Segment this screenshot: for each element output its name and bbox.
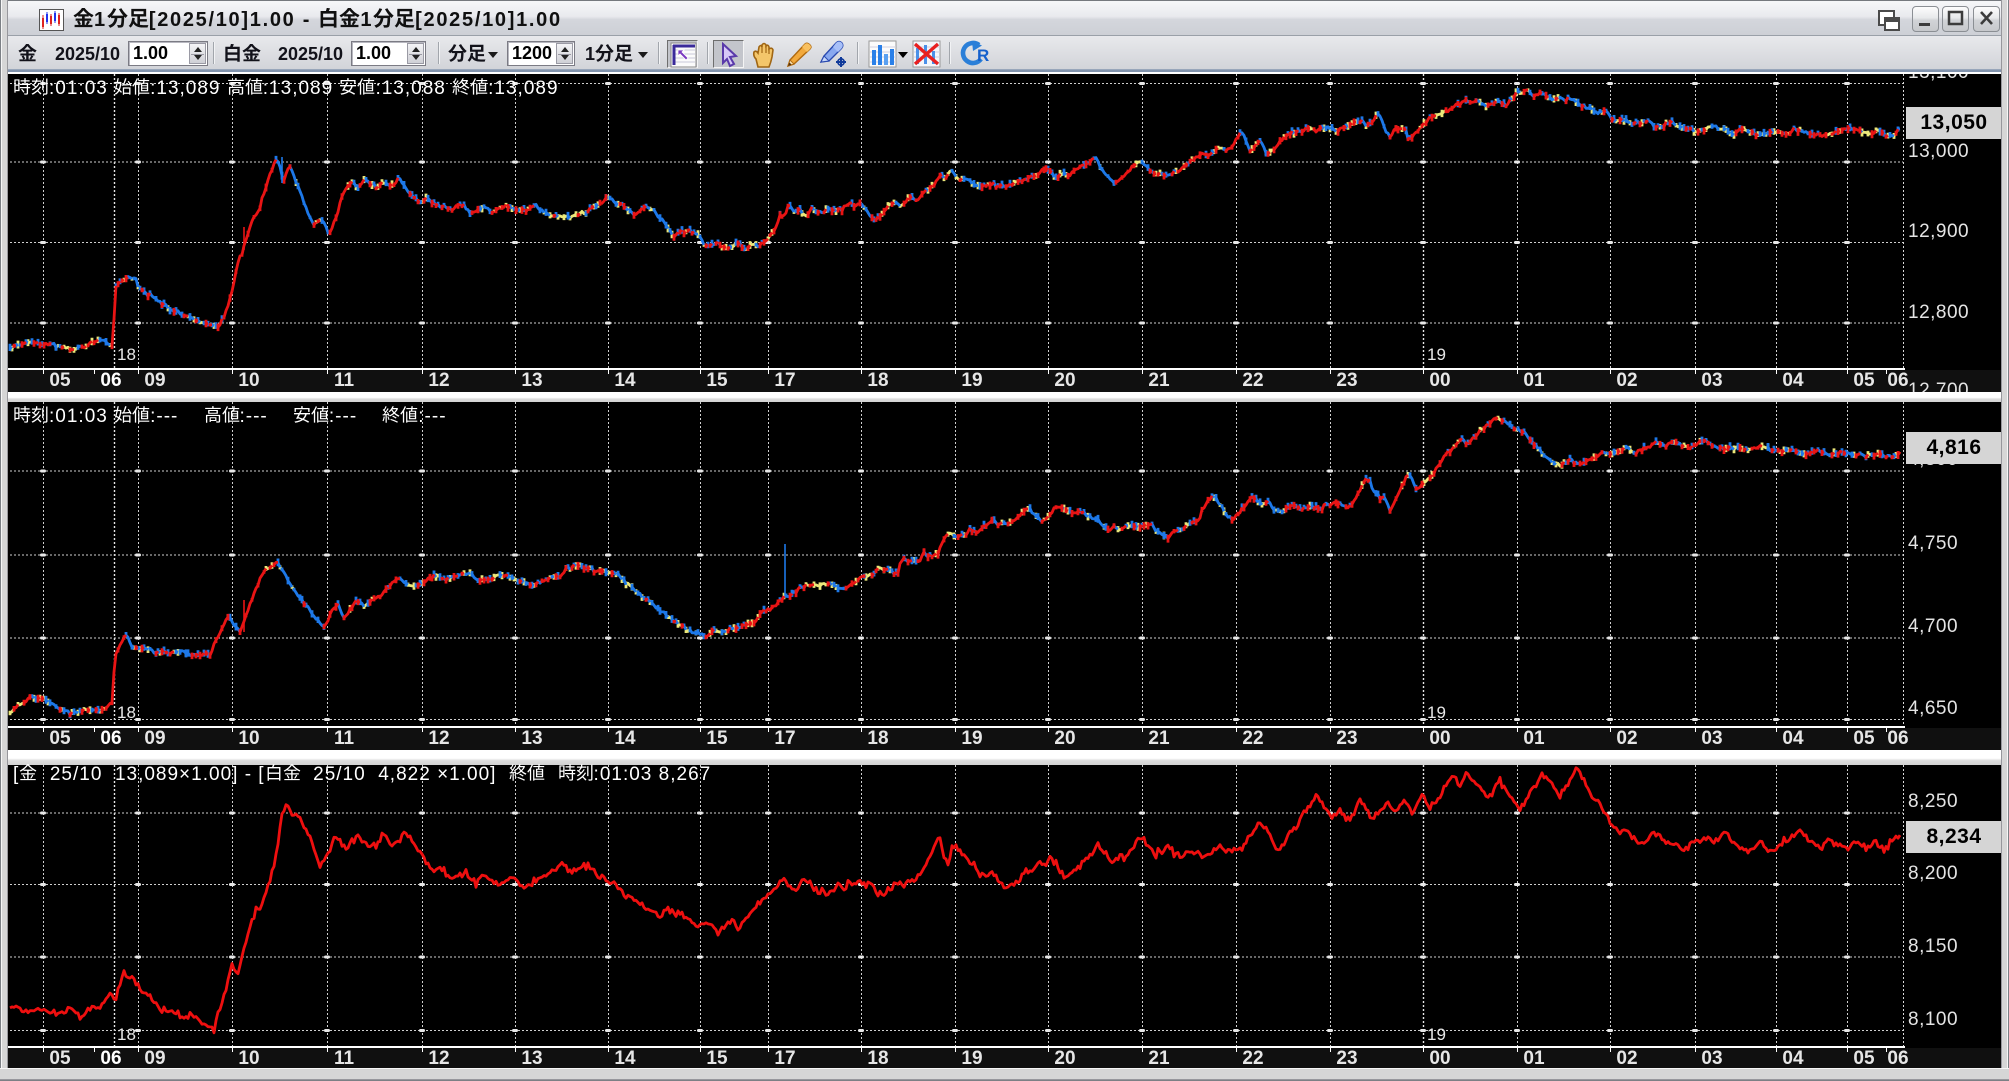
- svg-text:R: R: [977, 46, 989, 65]
- svg-text:18: 18: [117, 703, 136, 722]
- svg-text:19: 19: [1427, 345, 1446, 364]
- svg-text:18: 18: [117, 1025, 136, 1044]
- svg-text:18: 18: [117, 345, 136, 364]
- svg-text:19: 19: [1427, 703, 1446, 722]
- svg-text:19: 19: [1427, 1025, 1446, 1044]
